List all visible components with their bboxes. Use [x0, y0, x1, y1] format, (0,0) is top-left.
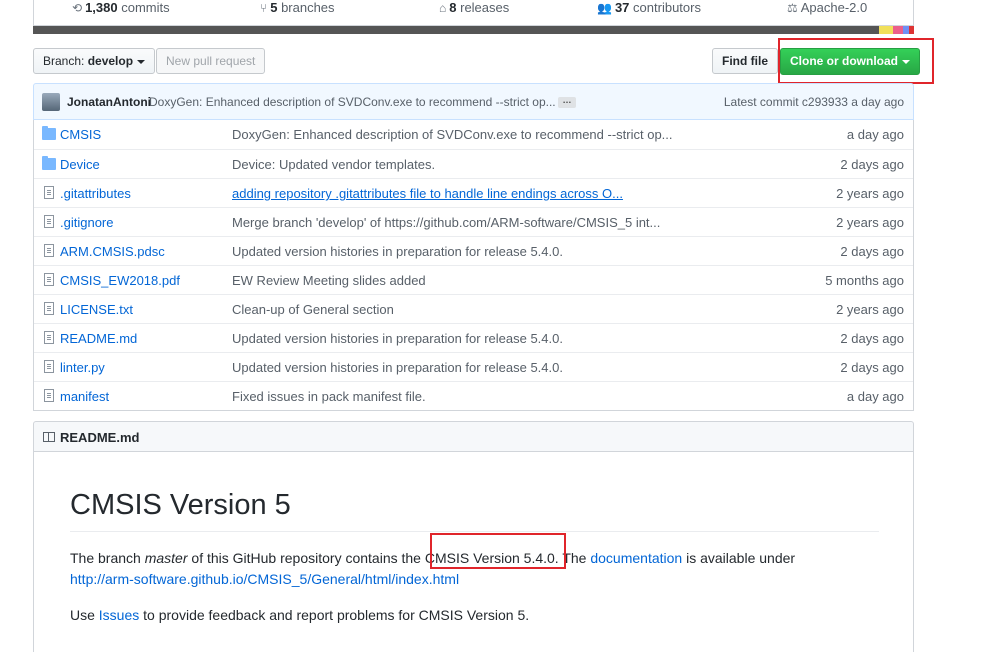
readme-paragraph: Use Issues to provide feedback and repor… — [70, 607, 530, 623]
file-name-link[interactable]: README.md — [60, 331, 137, 346]
branch-prefix: Branch: — [43, 54, 85, 68]
book-icon — [43, 432, 55, 442]
file-commit-message[interactable]: Updated version histories in preparation… — [232, 244, 563, 259]
file-commit-message[interactable]: adding repository .gitattributes file to… — [232, 186, 623, 201]
file-commit-message[interactable]: Clean-up of General section — [232, 302, 394, 317]
highlight-annotation — [430, 533, 566, 569]
people-icon: 👥 — [597, 1, 612, 15]
file-age: 2 years ago — [836, 186, 904, 201]
commit-message[interactable]: DoxyGen: Enhanced description of SVDConv… — [149, 95, 556, 109]
table-row: manifest Fixed issues in pack manifest fi… — [34, 381, 913, 410]
table-row: .gitattributes adding repository .gitattr… — [34, 178, 913, 207]
lang-segment — [909, 26, 914, 34]
lang-segment — [879, 26, 893, 34]
table-row: README.md Updated version histories in pr… — [34, 323, 913, 352]
avatar[interactable] — [42, 93, 60, 111]
table-row: CMSIS DoxyGen: Enhanced description of SV… — [34, 120, 913, 149]
law-icon: ⚖ — [787, 1, 798, 15]
file-name-link[interactable]: LICENSE.txt — [60, 302, 133, 317]
file-age: 2 years ago — [836, 302, 904, 317]
new-pull-request-button[interactable]: New pull request — [156, 48, 266, 74]
file-name-link[interactable]: Device — [60, 157, 100, 172]
file-age: 2 days ago — [840, 331, 904, 346]
file-icon — [44, 244, 54, 257]
releases-link[interactable]: ⌂ 8 releases — [439, 0, 509, 16]
lang-segment — [893, 26, 903, 34]
folder-icon — [42, 156, 56, 170]
file-name-link[interactable]: ARM.CMSIS.pdsc — [60, 244, 165, 259]
documentation-url-link[interactable]: http://arm-software.github.io/CMSIS_5/Ge… — [70, 571, 459, 587]
branches-link[interactable]: ⑂ 5 branches — [260, 0, 335, 16]
file-icon — [44, 215, 54, 228]
latest-commit-info[interactable]: Latest commit c293933 a day ago — [724, 95, 904, 109]
expand-commit-button[interactable]: … — [558, 96, 576, 108]
table-row: linter.py Updated version histories in pr… — [34, 352, 913, 381]
readme-header-label: README.md — [60, 430, 140, 445]
contributors-link[interactable]: 👥 37 contributors — [597, 0, 701, 16]
readme-title: CMSIS Version 5 — [70, 489, 291, 521]
file-icon — [44, 273, 54, 286]
table-row: .gitignore Merge branch 'develop' of http… — [34, 207, 913, 236]
file-commit-message[interactable]: Merge branch 'develop' of https://github… — [232, 215, 660, 230]
table-row: LICENSE.txt Clean-up of General section 2 … — [34, 294, 913, 323]
file-name-link[interactable]: .gitattributes — [60, 186, 131, 201]
issues-link[interactable]: Issues — [99, 607, 139, 623]
file-icon — [44, 186, 54, 199]
file-name-link[interactable]: linter.py — [60, 360, 105, 375]
file-icon — [44, 389, 54, 402]
file-commit-message[interactable]: Updated version histories in preparation… — [232, 360, 563, 375]
file-age: 2 days ago — [840, 157, 904, 172]
history-icon: ⟲ — [72, 1, 83, 15]
file-icon — [44, 360, 54, 373]
tag-icon: ⌂ — [439, 1, 447, 15]
lang-segment — [33, 26, 879, 34]
file-icon — [44, 302, 54, 315]
divider — [70, 531, 879, 532]
file-age: 5 months ago — [825, 273, 904, 288]
file-age: a day ago — [846, 389, 904, 404]
commit-author[interactable]: JonatanAntoni — [67, 95, 151, 109]
file-commit-message[interactable]: Device: Updated vendor templates. — [232, 157, 435, 172]
file-commit-message[interactable]: Updated version histories in preparation… — [232, 331, 563, 346]
documentation-link[interactable]: documentation — [590, 550, 682, 566]
latest-commit-bar: JonatanAntoni DoxyGen: Enhanced descript… — [33, 83, 914, 120]
license-link[interactable]: ⚖ Apache-2.0 — [787, 0, 867, 16]
repo-stats-bar: ⟲ 1,380 commits ⑂ 5 branches ⌂ 8 releases 👥… — [33, 0, 914, 26]
folder-icon — [42, 126, 56, 140]
find-file-button[interactable]: Find file — [712, 48, 778, 74]
file-commit-message[interactable]: DoxyGen: Enhanced description of SVDConv… — [232, 127, 673, 142]
commits-link[interactable]: ⟲ 1,380 commits — [72, 0, 170, 16]
readme-header: README.md — [33, 421, 914, 452]
file-name-link[interactable]: manifest — [60, 389, 109, 404]
caret-down-icon — [137, 59, 146, 64]
file-age: a day ago — [846, 127, 904, 142]
file-age: 2 years ago — [836, 215, 904, 230]
table-row: CMSIS_EW2018.pdf EW Review Meeting slides… — [34, 265, 913, 294]
branch-select-button[interactable]: Branch: develop — [33, 48, 156, 74]
file-commit-message[interactable]: EW Review Meeting slides added — [232, 273, 426, 288]
file-icon — [44, 331, 54, 344]
table-row: Device Device: Updated vendor templates. 2… — [34, 149, 913, 178]
language-bar[interactable] — [33, 26, 914, 34]
file-list: CMSIS DoxyGen: Enhanced description of SV… — [33, 120, 914, 411]
branch-name: develop — [87, 54, 134, 68]
file-commit-message[interactable]: Fixed issues in pack manifest file. — [232, 389, 426, 404]
file-name-link[interactable]: CMSIS — [60, 127, 101, 142]
table-row: ARM.CMSIS.pdsc Updated version histories … — [34, 236, 913, 265]
file-age: 2 days ago — [840, 244, 904, 259]
file-name-link[interactable]: CMSIS_EW2018.pdf — [60, 273, 180, 288]
highlight-annotation — [778, 38, 934, 84]
branch-icon: ⑂ — [260, 1, 268, 15]
file-name-link[interactable]: .gitignore — [60, 215, 113, 230]
file-age: 2 days ago — [840, 360, 904, 375]
